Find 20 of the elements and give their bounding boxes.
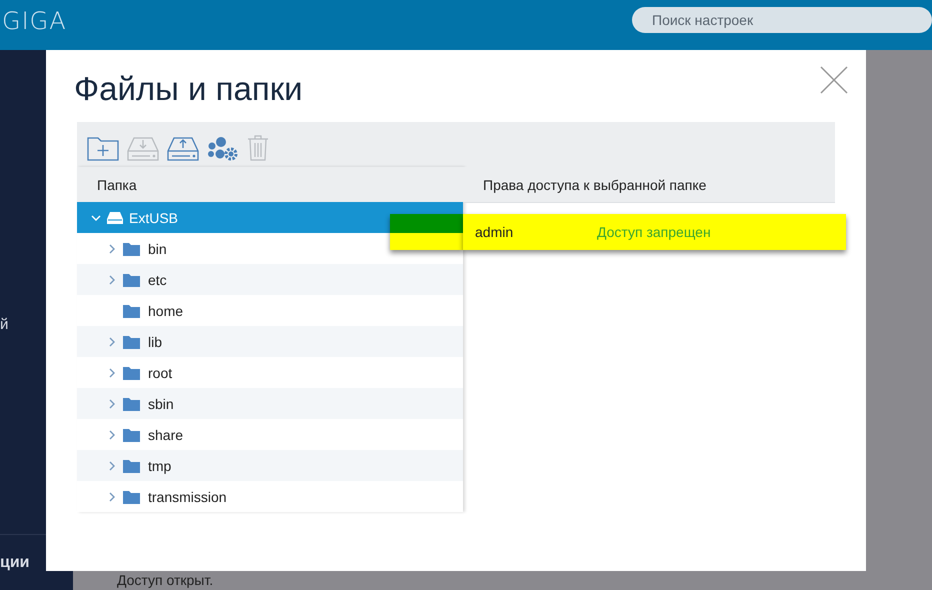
tree-item[interactable]: lib	[77, 326, 463, 357]
tree-item[interactable]: transmission	[77, 481, 463, 512]
column-header: Права доступа к выбранной папке	[463, 167, 835, 203]
user-name: admin	[474, 224, 514, 240]
logo: GIGA	[2, 7, 67, 35]
search-field[interactable]: Поиск настроек	[632, 7, 932, 33]
sidebar-item[interactable]: ции	[0, 554, 30, 572]
tree-item[interactable]: share	[77, 419, 463, 450]
dialog-title: Файлы и папки	[74, 70, 303, 108]
tree-item[interactable]: bin	[77, 233, 463, 264]
tree-item[interactable]: sbin	[77, 388, 463, 419]
tree-item[interactable]: etc	[77, 264, 463, 295]
permission-row[interactable]: admin Доступ запрещен	[463, 214, 846, 250]
column-header: Папка	[77, 167, 463, 202]
tree-item[interactable]: root	[77, 357, 463, 388]
access-status: Доступ запрещен	[597, 224, 711, 240]
status-text: Доступ открыт.	[117, 572, 214, 588]
sidebar-item[interactable]: й	[0, 316, 8, 333]
tree-item[interactable]: tmp	[77, 450, 463, 481]
tree-item[interactable]: home	[77, 295, 463, 326]
